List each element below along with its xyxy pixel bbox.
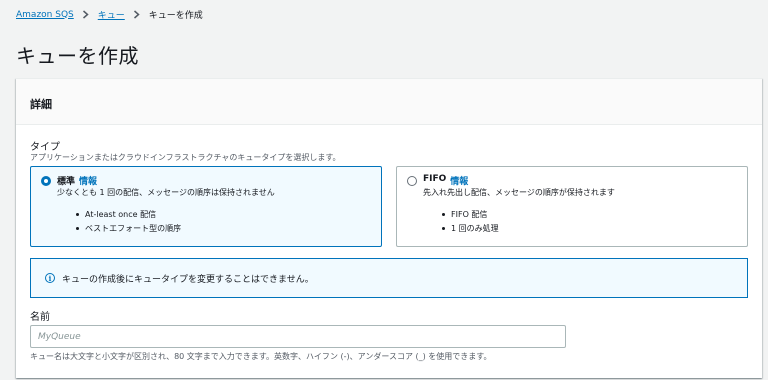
queue-name-input[interactable] [30, 325, 566, 348]
fifo-queue-option[interactable]: FIFO 情報 先入れ先出し配信、メッセージの順序が保持されます FIFO 配信… [396, 166, 748, 247]
name-constraint: キュー名は大文字と小文字が区別され、80 文字まで入力できます。英数字、ハイフン… [30, 352, 492, 361]
standard-title-row: 標準 情報 [57, 174, 97, 187]
fifo-description: 先入れ先出し配信、メッセージの順序が保持されます [423, 188, 615, 197]
breadcrumb-link-queues[interactable]: キュー [98, 8, 125, 21]
fifo-radio[interactable] [407, 176, 417, 186]
fifo-title-row: FIFO 情報 [423, 174, 468, 187]
list-item: FIFO 配信 [442, 209, 499, 220]
name-label: 名前 [30, 312, 50, 323]
type-description: アプリケーションまたはクラウドインフラストラクチャのキュータイプを選択します。 [30, 153, 341, 162]
fifo-title: FIFO [423, 174, 447, 184]
standard-title: 標準 [57, 177, 76, 187]
panel-title: 詳細 [30, 98, 52, 111]
chevron-right-icon [79, 10, 93, 19]
list-item: 1 回のみ処理 [442, 223, 499, 234]
list-item: ベストエフォート型の順序 [76, 223, 181, 234]
breadcrumb: Amazon SQS キュー キューを作成 [16, 8, 203, 22]
alert-text: キューの作成後にキュータイプを変更することはできません。 [62, 274, 314, 285]
standard-radio[interactable] [41, 176, 51, 186]
breadcrumb-link-sqs[interactable]: Amazon SQS [16, 10, 74, 20]
standard-queue-option[interactable]: 標準 情報 少なくとも 1 回の配信、メッセージの順序は保持されません At-l… [30, 166, 382, 247]
fifo-info-link[interactable]: 情報 [450, 174, 468, 187]
details-panel: 詳細 タイプ アプリケーションまたはクラウドインフラストラクチャのキュータイプを… [16, 78, 762, 378]
info-alert: i キューの作成後にキュータイプを変更することはできません。 [30, 258, 748, 298]
panel-header: 詳細 [16, 79, 762, 125]
breadcrumb-current: キューを作成 [148, 11, 203, 21]
page-title: キューを作成 [16, 44, 139, 68]
type-label: タイプ [30, 142, 60, 153]
standard-description: 少なくとも 1 回の配信、メッセージの順序は保持されません [57, 188, 275, 197]
fifo-bullets: FIFO 配信 1 回のみ処理 [442, 209, 499, 237]
standard-info-link[interactable]: 情報 [79, 174, 97, 187]
standard-bullets: At-least once 配信 ベストエフォート型の順序 [76, 209, 181, 237]
list-item: At-least once 配信 [76, 209, 181, 220]
info-icon: i [45, 273, 55, 283]
chevron-right-icon [130, 10, 144, 19]
